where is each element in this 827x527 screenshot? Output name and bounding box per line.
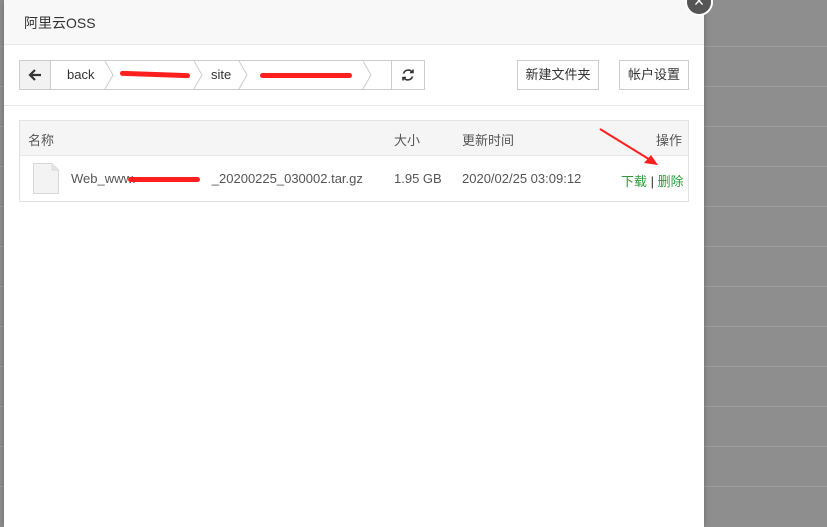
file-size: 1.95 GB <box>394 171 442 186</box>
breadcrumb-chevron-icon <box>238 61 248 89</box>
redaction-mark <box>260 73 352 78</box>
back-arrow-icon <box>28 69 41 81</box>
row-actions: 下载 | 删除 <box>621 171 684 190</box>
column-header-size: 大小 <box>394 133 421 148</box>
back-button[interactable] <box>20 61 51 89</box>
new-folder-button[interactable]: 新建文件夹 <box>517 60 599 90</box>
close-icon: × <box>693 0 705 11</box>
refresh-button[interactable] <box>391 60 425 90</box>
file-icon <box>33 163 59 194</box>
breadcrumb-item-back[interactable]: back <box>67 61 94 89</box>
column-header-name: 名称 <box>28 133 55 148</box>
toolbar: back site 新建文件夹 帐户设置 <box>4 45 704 106</box>
breadcrumb-chevron-icon <box>362 61 372 89</box>
breadcrumb-chevron-icon <box>193 61 203 89</box>
table-header: 名称 大小 更新时间 操作 <box>20 121 688 156</box>
download-link[interactable]: 下载 <box>621 174 647 189</box>
dialog-title: 阿里云OSS <box>24 15 96 31</box>
annotation-arrow-icon <box>599 128 658 165</box>
action-separator: | <box>650 174 655 189</box>
file-name-suffix: _20200225_030002.tar.gz <box>211 171 363 186</box>
refresh-icon <box>402 69 414 81</box>
delete-link[interactable]: 删除 <box>658 174 684 189</box>
file-name-prefix: Web_www. <box>71 171 136 186</box>
account-settings-button[interactable]: 帐户设置 <box>619 60 689 90</box>
table-row[interactable]: Web_www. _20200225_030002.tar.gz 1.95 GB … <box>20 156 688 201</box>
dialog-header: 阿里云OSS <box>4 0 704 45</box>
file-updated-time: 2020/02/25 03:09:12 <box>462 171 582 186</box>
column-header-updated: 更新时间 <box>462 133 515 148</box>
breadcrumb-item-site[interactable]: site <box>211 61 231 89</box>
redaction-mark <box>128 177 200 182</box>
breadcrumb: back site <box>19 60 411 90</box>
oss-dialog: 阿里云OSS back site 新建文件夹 帐户设置 名称 大小 更新时间 操… <box>4 0 704 527</box>
file-name[interactable]: Web_www. _20200225_030002.tar.gz <box>71 171 363 186</box>
breadcrumb-chevron-icon <box>104 61 114 89</box>
file-table: 名称 大小 更新时间 操作 Web_www. _20200225_030002.t… <box>19 120 689 202</box>
